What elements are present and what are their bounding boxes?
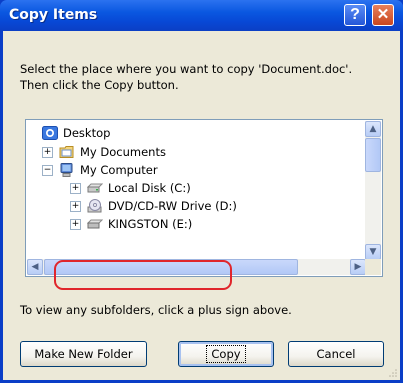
title-bar[interactable]: Copy Items ? ✕ xyxy=(0,0,403,31)
cancel-button[interactable]: Cancel xyxy=(288,341,384,367)
vertical-scroll-thumb[interactable] xyxy=(365,138,381,172)
computer-icon xyxy=(59,163,75,177)
hard-drive-icon xyxy=(86,181,104,195)
kingston-highlight-annotation xyxy=(54,260,232,290)
collapse-toggle[interactable]: − xyxy=(42,164,53,176)
scroll-right-button[interactable]: ▶ xyxy=(350,259,366,275)
instructions-line-1: Select the place where you want to copy … xyxy=(20,62,353,76)
expand-toggle[interactable]: + xyxy=(70,218,81,230)
expand-toggle[interactable]: + xyxy=(42,146,53,158)
expand-toggle[interactable]: + xyxy=(70,200,81,212)
scrollbar-corner xyxy=(365,259,381,275)
scroll-down-button[interactable]: ▼ xyxy=(365,244,381,260)
folder-tree[interactable]: Desktop + My Documents − My Computer + L… xyxy=(25,119,383,277)
instructions-line-2: Then click the Copy button. xyxy=(20,78,179,92)
tree-item-label: DVD/CD-RW Drive (D:) xyxy=(108,199,237,213)
tree-item-my-computer[interactable]: − My Computer xyxy=(42,161,158,179)
desktop-icon xyxy=(42,126,58,140)
folder-icon xyxy=(59,145,75,159)
tree-item-my-documents[interactable]: + My Documents xyxy=(42,143,166,161)
tree-item-label: Desktop xyxy=(63,126,111,140)
dialog-body: Select the place where you want to copy … xyxy=(3,31,400,380)
tree-item-label: KINGSTON (E:) xyxy=(108,217,193,231)
tree-item-desktop[interactable]: Desktop xyxy=(42,124,110,142)
dvd-drive-icon xyxy=(87,199,103,213)
removable-drive-icon xyxy=(86,217,104,231)
expand-toggle[interactable]: + xyxy=(70,182,81,194)
close-button[interactable]: ✕ xyxy=(372,4,394,26)
tree-item-label: Local Disk (C:) xyxy=(108,181,191,195)
copy-button-label: Copy xyxy=(206,345,246,363)
scroll-up-button[interactable]: ▲ xyxy=(365,121,381,137)
copy-items-dialog: Copy Items ? ✕ Select the place where yo… xyxy=(0,0,403,383)
vertical-scrollbar[interactable]: ▲ ▼ xyxy=(365,121,381,260)
help-button[interactable]: ? xyxy=(344,4,366,26)
subfolder-hint: To view any subfolders, click a plus sig… xyxy=(20,303,292,317)
copy-button[interactable]: Copy xyxy=(178,341,274,367)
tree-item-dvd-drive-d[interactable]: + DVD/CD-RW Drive (D:) xyxy=(70,197,237,215)
scroll-left-button[interactable]: ◀ xyxy=(27,259,43,275)
tree-item-local-disk-c[interactable]: + Local Disk (C:) xyxy=(70,179,191,197)
tree-item-label: My Computer xyxy=(80,163,158,177)
tree-item-label: My Documents xyxy=(80,145,166,159)
instructions: Select the place where you want to copy … xyxy=(20,61,400,93)
tree-item-kingston-e[interactable]: + KINGSTON (E:) xyxy=(70,215,192,233)
resize-grip-icon[interactable] xyxy=(388,368,398,378)
make-new-folder-button[interactable]: Make New Folder xyxy=(20,341,147,367)
dialog-title: Copy Items xyxy=(9,7,98,23)
